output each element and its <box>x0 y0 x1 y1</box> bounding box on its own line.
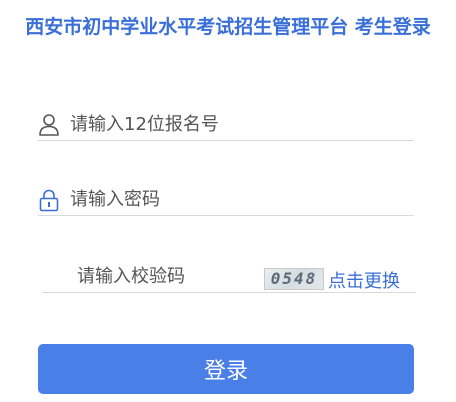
captcha-image[interactable]: 0548 <box>264 268 324 290</box>
login-button[interactable]: 登录 <box>38 344 414 394</box>
refresh-captcha-link[interactable]: 点击更换 <box>328 267 400 293</box>
user-icon <box>38 113 60 137</box>
page-title: 西安市初中学业水平考试招生管理平台 考生登录 <box>25 16 431 38</box>
captcha-input[interactable] <box>77 262 257 290</box>
lock-icon <box>38 188 60 212</box>
password-field <box>38 185 414 216</box>
account-field <box>38 110 414 141</box>
captcha-field: 0548 点击更换 <box>42 262 416 293</box>
account-input[interactable] <box>70 110 400 138</box>
password-input[interactable] <box>70 185 400 213</box>
